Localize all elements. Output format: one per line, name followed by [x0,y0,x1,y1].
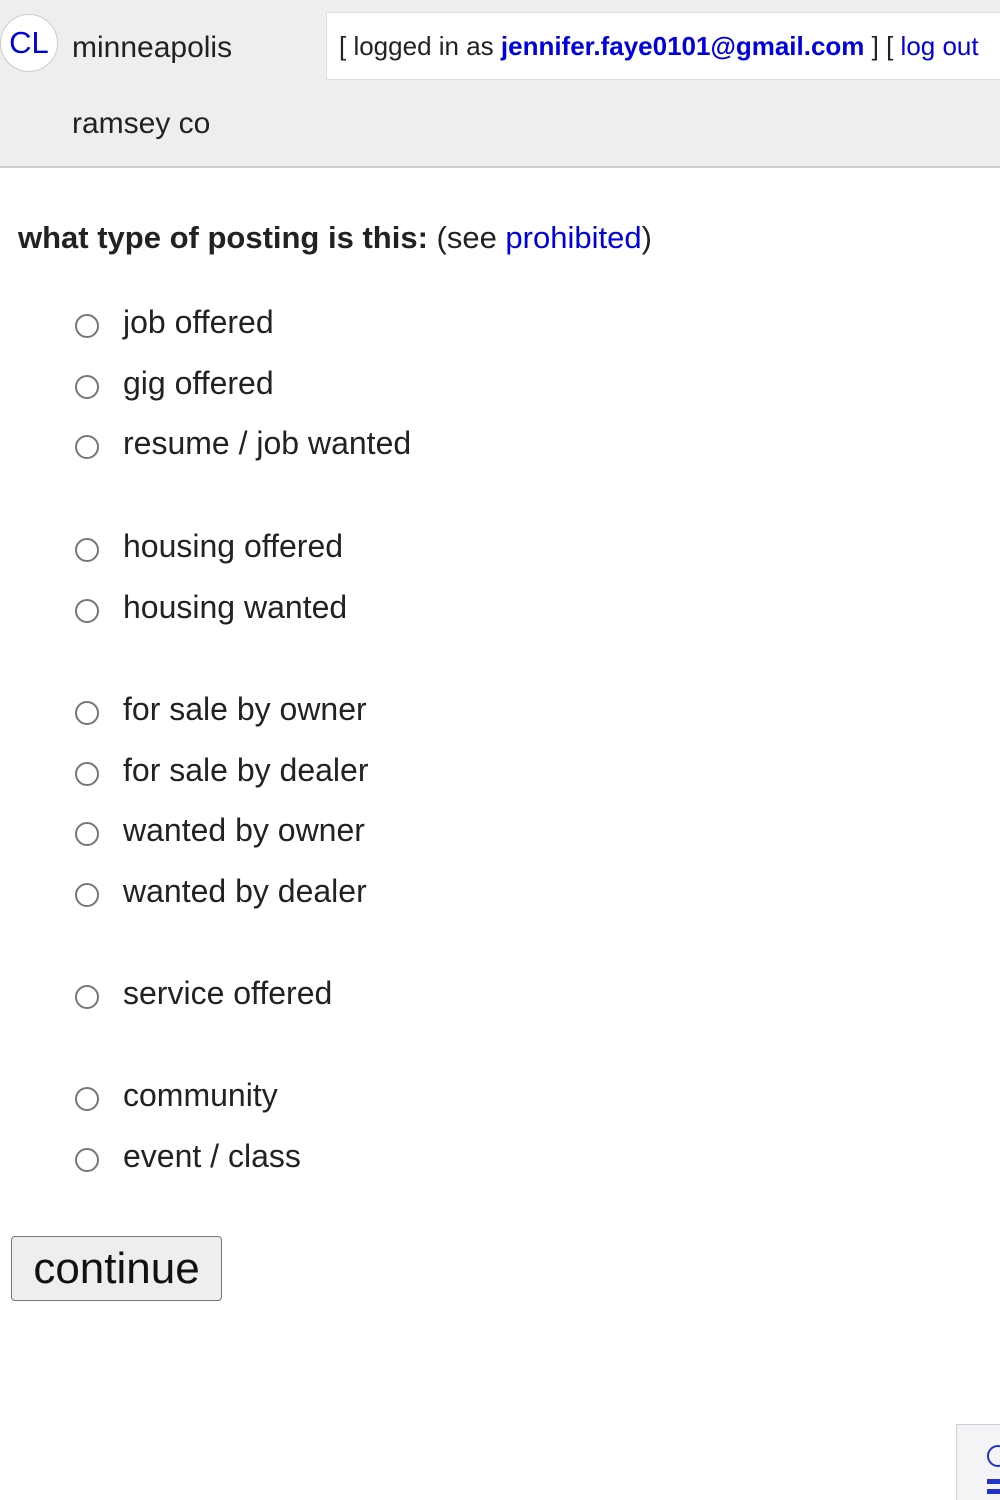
option-community[interactable]: community [72,1073,278,1117]
radio-button[interactable] [75,435,99,459]
radio-button[interactable] [75,985,99,1009]
option-wanted-by-owner[interactable]: wanted by owner [72,808,365,852]
option-label: housing wanted [123,589,348,625]
radio-button[interactable] [75,599,99,623]
radio-button[interactable] [75,883,99,907]
option-for-sale-by-owner[interactable]: for sale by owner [72,687,367,731]
option-label: resume / job wanted [123,425,412,461]
user-bar-separator: ] [ [864,31,901,61]
option-gig-offered[interactable]: gig offered [72,361,274,405]
question-label: what type of posting is this: [18,220,428,255]
option-label: gig offered [123,365,274,401]
craigslist-logo-link[interactable]: CL [0,14,58,72]
question-see-text: (see [427,220,506,255]
radio-button[interactable] [75,701,99,725]
option-label: for sale by dealer [123,752,369,788]
radio-button[interactable] [75,375,99,399]
option-label: community [123,1077,278,1113]
option-housing-wanted[interactable]: housing wanted [72,585,347,629]
site-header: CL minneapolis ramsey co [ logged in as … [0,0,1000,168]
option-label: event / class [123,1138,301,1174]
log-out-link[interactable]: log out [901,31,979,61]
accessibility-icon [987,1445,1000,1467]
radio-button[interactable] [75,538,99,562]
option-job-offered[interactable]: job offered [72,300,274,344]
question-close-paren: ) [641,220,652,255]
option-label: housing offered [123,528,344,564]
radio-button[interactable] [75,1087,99,1111]
option-label: for sale by owner [123,691,367,727]
logged-in-prefix: [ logged in as [339,31,501,61]
continue-button[interactable]: continue [11,1236,222,1301]
radio-button[interactable] [75,1148,99,1172]
subarea-name[interactable]: ramsey co [72,104,210,144]
prohibited-link[interactable]: prohibited [505,220,641,255]
option-event-class[interactable]: event / class [72,1134,301,1178]
option-wanted-by-dealer[interactable]: wanted by dealer [72,869,367,913]
option-label: service offered [123,975,333,1011]
radio-button[interactable] [75,822,99,846]
user-status-bar: [ logged in as jennifer.faye0101@gmail.c… [326,12,1000,80]
accessibility-widget[interactable] [956,1424,1000,1500]
option-label: wanted by owner [123,812,365,848]
option-housing-offered[interactable]: housing offered [72,524,343,568]
option-for-sale-by-dealer[interactable]: for sale by dealer [72,748,368,792]
option-label: wanted by dealer [123,873,367,909]
option-resume-job-wanted[interactable]: resume / job wanted [72,421,411,465]
area-name[interactable]: minneapolis [72,28,232,68]
radio-button[interactable] [75,314,99,338]
account-email-link[interactable]: jennifer.faye0101@gmail.com [501,31,865,61]
radio-button[interactable] [75,762,99,786]
option-label: job offered [123,304,274,340]
widget-bar-icon [987,1489,1000,1494]
option-service-offered[interactable]: service offered [72,971,332,1015]
posting-type-question: what type of posting is this: (see prohi… [18,218,652,258]
widget-bar-icon [987,1479,1000,1484]
